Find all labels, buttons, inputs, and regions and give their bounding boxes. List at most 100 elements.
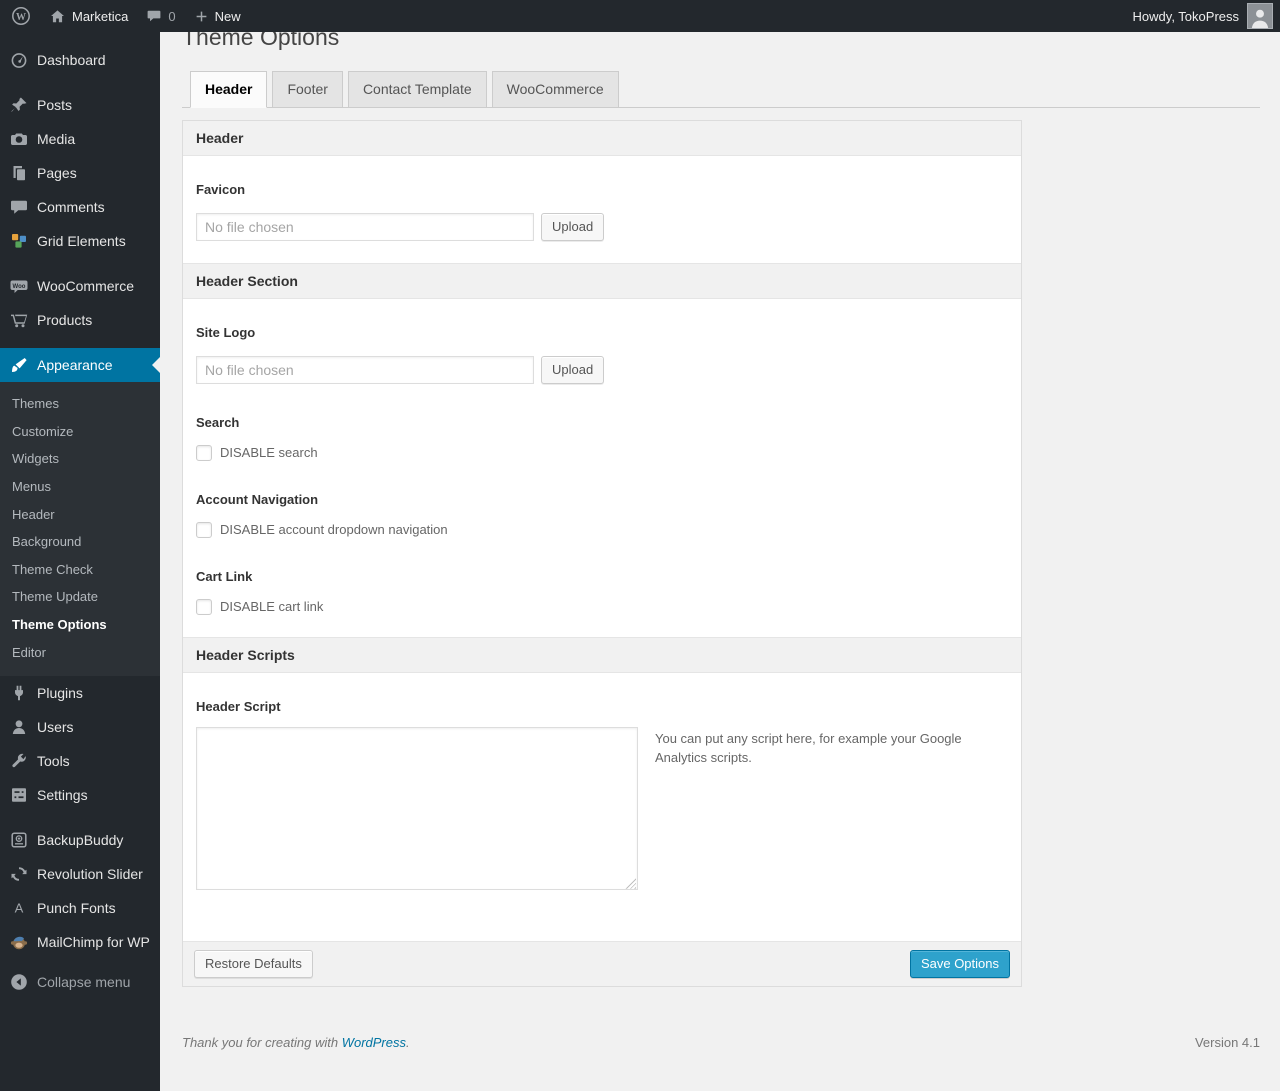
sidebar-item-plugins[interactable]: Plugins xyxy=(0,676,160,710)
sidebar-item-label: Grid Elements xyxy=(37,233,126,249)
pushpin-icon xyxy=(9,95,29,115)
tab-header[interactable]: Header xyxy=(190,70,268,108)
sidebar-item-label: Pages xyxy=(37,165,77,181)
sidebar-item-collapse-menu[interactable]: Collapse menu xyxy=(0,965,160,999)
site-name-label: Marketica xyxy=(72,8,129,24)
submenu-item-theme-update[interactable]: Theme Update xyxy=(0,583,160,611)
sidebar-item-posts[interactable]: Posts xyxy=(0,88,160,122)
sidebar-item-mailchimp[interactable]: MailChimp for WP xyxy=(0,925,160,959)
tab-woocommerce[interactable]: WooCommerce xyxy=(491,70,619,108)
section-header-title: Header xyxy=(183,120,1021,156)
favicon-file-input[interactable] xyxy=(196,212,534,241)
sidebar-item-label: Appearance xyxy=(37,357,113,373)
submenu-item-theme-options[interactable]: Theme Options xyxy=(0,611,160,639)
sidebar-item-label: Comments xyxy=(37,199,105,215)
sidebar-item-revolution-slider[interactable]: Revolution Slider xyxy=(0,857,160,891)
brush-icon xyxy=(9,355,29,375)
account-navigation-label: Account Navigation xyxy=(196,491,319,507)
main-content: Theme Options Header Footer Contact Temp… xyxy=(160,0,1280,1062)
new-label: New xyxy=(214,8,241,24)
sidebar-item-woocommerce[interactable]: Woo WooCommerce xyxy=(0,269,160,303)
settings-icon xyxy=(9,785,29,805)
sidebar-item-label: Settings xyxy=(37,787,88,804)
sidebar-item-label: Plugins xyxy=(37,685,83,702)
site-logo-file-input[interactable] xyxy=(196,355,534,384)
sidebar-item-backupbuddy[interactable]: BackupBuddy xyxy=(0,823,160,857)
submenu-item-editor[interactable]: Editor xyxy=(0,639,160,667)
woocommerce-icon: Woo xyxy=(9,276,29,296)
panel-footer: Restore Defaults Save Options xyxy=(183,940,1021,986)
cart-icon xyxy=(9,310,29,330)
my-account-menu[interactable]: Howdy, TokoPress xyxy=(1133,0,1280,32)
sidebar-item-label: Media xyxy=(37,131,76,147)
disable-cart-link-label: DISABLE cart link xyxy=(220,599,324,615)
camera-icon xyxy=(9,129,29,149)
submenu-item-header[interactable]: Header xyxy=(0,501,160,529)
save-options-button[interactable]: Save Options xyxy=(909,949,1010,978)
tab-contact-template[interactable]: Contact Template xyxy=(347,70,487,108)
howdy-text: Howdy, TokoPress xyxy=(1132,8,1239,24)
dashboard-icon xyxy=(9,50,29,70)
search-label: Search xyxy=(196,414,240,430)
sidebar-item-label: Revolution Slider xyxy=(37,866,143,883)
admin-bar: W Marketica 0 New Howdy, TokoPress xyxy=(0,0,1280,32)
sidebar-item-pages[interactable]: Pages xyxy=(0,156,160,190)
sidebar-item-products[interactable]: Products xyxy=(0,303,160,337)
section-header-section-title: Header Section xyxy=(183,262,1021,299)
sidebar-item-settings[interactable]: Settings xyxy=(0,778,160,812)
sidebar-item-appearance[interactable]: Appearance xyxy=(0,348,160,382)
sidebar-item-label: WooCommerce xyxy=(37,278,134,294)
sidebar-item-label: Posts xyxy=(37,97,73,113)
section-header-scripts-title: Header Scripts xyxy=(183,636,1021,673)
letter-a-icon: A xyxy=(9,898,29,918)
sidebar-item-punch-fonts[interactable]: A Punch Fonts xyxy=(0,891,160,925)
favicon-label: Favicon xyxy=(196,181,246,197)
header-script-help-text: You can put any script here, for example… xyxy=(655,730,962,766)
section-header-section-body: Site Logo Upload Search DISABLE search A… xyxy=(183,299,1021,637)
sidebar-item-users[interactable]: Users xyxy=(0,710,160,744)
submenu-item-customize[interactable]: Customize xyxy=(0,418,160,446)
submenu-item-widgets[interactable]: Widgets xyxy=(0,445,160,473)
appearance-submenu: Themes Customize Widgets Menus Header Ba… xyxy=(0,382,160,677)
site-logo-upload-button[interactable]: Upload xyxy=(541,355,605,384)
footer-version: Version 4.1 xyxy=(1194,1034,1260,1050)
favicon-upload-button[interactable]: Upload xyxy=(541,212,605,241)
disable-search-label: DISABLE search xyxy=(220,445,318,461)
submenu-item-background[interactable]: Background xyxy=(0,528,160,556)
pages-icon xyxy=(9,163,29,183)
header-script-label: Header Script xyxy=(196,698,281,714)
backup-icon xyxy=(9,830,29,850)
svg-text:A: A xyxy=(15,901,24,916)
disable-account-dropdown-checkbox[interactable] xyxy=(196,521,212,538)
submenu-item-menus[interactable]: Menus xyxy=(0,473,160,501)
tab-footer[interactable]: Footer xyxy=(272,70,343,108)
sidebar-item-comments[interactable]: Comments xyxy=(0,190,160,224)
sidebar-item-tools[interactable]: Tools xyxy=(0,744,160,778)
header-script-textarea[interactable] xyxy=(196,726,638,890)
comments-menu[interactable]: 0 xyxy=(137,0,184,32)
menu-separator xyxy=(0,337,160,348)
new-content-menu[interactable]: New xyxy=(185,0,250,32)
comment-icon xyxy=(9,197,29,217)
submenu-item-theme-check[interactable]: Theme Check xyxy=(0,556,160,584)
sidebar-item-label: BackupBuddy xyxy=(37,832,124,849)
svg-text:W: W xyxy=(16,12,26,23)
wrench-icon xyxy=(9,751,29,771)
sidebar-item-grid-elements[interactable]: Grid Elements xyxy=(0,224,160,258)
disable-cart-link-checkbox[interactable] xyxy=(196,598,212,615)
sidebar-item-media[interactable]: Media xyxy=(0,122,160,156)
sidebar-item-label: MailChimp for WP xyxy=(37,934,150,951)
sidebar-item-label: Punch Fonts xyxy=(37,900,116,917)
grid-elements-icon xyxy=(9,231,29,251)
section-header-body: Favicon Upload xyxy=(183,156,1021,263)
restore-defaults-button[interactable]: Restore Defaults xyxy=(194,949,313,978)
sidebar-item-label: Tools xyxy=(37,753,70,770)
submenu-item-themes[interactable]: Themes xyxy=(0,390,160,418)
sidebar-item-label: Collapse menu xyxy=(37,974,131,991)
wordpress-logo-menu[interactable]: W xyxy=(0,0,40,32)
sidebar-item-dashboard[interactable]: Dashboard xyxy=(0,43,160,77)
disable-search-checkbox[interactable] xyxy=(196,444,212,461)
avatar xyxy=(1247,3,1273,29)
wordpress-link[interactable]: WordPress xyxy=(342,1035,406,1050)
site-name-menu[interactable]: Marketica xyxy=(40,0,137,32)
